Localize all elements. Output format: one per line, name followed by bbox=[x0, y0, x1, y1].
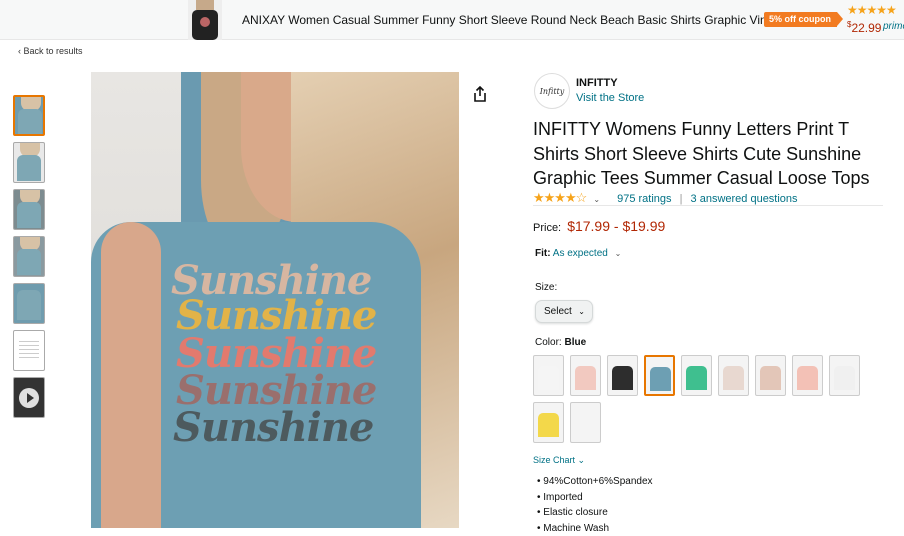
color-swatch[interactable] bbox=[533, 355, 564, 396]
banner-price: $22.99 bbox=[847, 20, 881, 35]
color-swatch[interactable] bbox=[570, 355, 601, 396]
fit-label: Fit: bbox=[535, 248, 551, 259]
rating-stars[interactable]: ★★★★☆ bbox=[533, 190, 586, 205]
price-row: Price: $17.99 - $19.99 bbox=[533, 218, 665, 234]
back-to-results-link[interactable]: ‹ Back to results bbox=[18, 46, 83, 56]
color-swatch[interactable] bbox=[718, 355, 749, 396]
size-dropdown[interactable]: Select ⌄ bbox=[535, 300, 593, 323]
ratings-count-link[interactable]: 975 ratings bbox=[617, 193, 671, 205]
list-item: Imported bbox=[537, 490, 653, 506]
store-logo[interactable]: Infitty bbox=[534, 73, 570, 109]
price-range: $17.99 - $19.99 bbox=[567, 218, 665, 234]
color-swatch[interactable] bbox=[829, 355, 860, 396]
size-chart-link[interactable]: Size Chart ⌄ bbox=[533, 455, 585, 466]
share-icon bbox=[473, 86, 487, 102]
thumbnail-list bbox=[13, 95, 45, 424]
color-label: Color: bbox=[535, 337, 562, 348]
fit-row: Fit: As expected ⌄ bbox=[535, 248, 635, 259]
thumbnail-5[interactable] bbox=[13, 283, 45, 324]
brand-name: INFITTY bbox=[576, 77, 618, 89]
visit-store-link[interactable]: Visit the Store bbox=[576, 92, 644, 104]
product-title: INFITTY Womens Funny Letters Print T Shi… bbox=[533, 117, 889, 191]
main-product-image[interactable]: Sunshine Sunshine Sunshine Sunshine Suns… bbox=[91, 72, 459, 528]
list-item: 94%Cotton+6%Spandex bbox=[537, 474, 653, 490]
thumbnail-size-chart[interactable] bbox=[13, 330, 45, 371]
chevron-down-icon[interactable]: ⌄ bbox=[593, 195, 600, 204]
coupon-badge: 5% off coupon bbox=[764, 12, 837, 27]
banner-rating-stars: ★★★★★ bbox=[847, 3, 896, 17]
size-label: Size: bbox=[535, 282, 557, 293]
rating-row: ★★★★☆ ⌄ 975 ratings | 3 answered questio… bbox=[533, 190, 798, 206]
fit-value-link[interactable]: As expected bbox=[553, 248, 608, 259]
price-label: Price: bbox=[533, 222, 561, 234]
share-button[interactable] bbox=[466, 80, 494, 108]
color-swatch[interactable] bbox=[644, 355, 675, 396]
banner-title[interactable]: ANIXAY Women Casual Summer Funny Short S… bbox=[242, 13, 800, 27]
selected-color: Blue bbox=[564, 337, 586, 348]
color-swatch[interactable] bbox=[570, 402, 601, 443]
play-icon bbox=[19, 388, 39, 408]
color-row: Color: Blue bbox=[535, 337, 586, 348]
thumbnail-2[interactable] bbox=[13, 142, 45, 183]
list-item: Machine Wash bbox=[537, 521, 653, 536]
thumbnail-4[interactable] bbox=[13, 236, 45, 277]
chevron-down-icon[interactable]: ⌄ bbox=[615, 249, 622, 258]
color-swatches bbox=[533, 355, 883, 449]
answered-questions-link[interactable]: 3 answered questions bbox=[691, 193, 798, 205]
chevron-down-icon: ⌄ bbox=[578, 455, 586, 465]
color-swatch[interactable] bbox=[755, 355, 786, 396]
sponsored-banner[interactable]: ANIXAY Women Casual Summer Funny Short S… bbox=[0, 0, 904, 40]
divider bbox=[533, 205, 883, 206]
color-swatch[interactable] bbox=[792, 355, 823, 396]
shirt-print-text: Sunshine bbox=[173, 404, 373, 451]
thumbnail-video[interactable] bbox=[13, 377, 45, 418]
divider: | bbox=[680, 193, 683, 205]
chevron-down-icon: ⌄ bbox=[578, 301, 585, 322]
banner-product-image[interactable] bbox=[188, 0, 222, 40]
thumbnail-1[interactable] bbox=[13, 95, 45, 136]
color-swatch[interactable] bbox=[607, 355, 638, 396]
thumbnail-3[interactable] bbox=[13, 189, 45, 230]
color-swatch[interactable] bbox=[681, 355, 712, 396]
prime-badge: prime bbox=[883, 21, 904, 32]
list-item: Elastic closure bbox=[537, 505, 653, 521]
feature-bullets: 94%Cotton+6%Spandex Imported Elastic clo… bbox=[537, 474, 653, 536]
color-swatch[interactable] bbox=[533, 402, 564, 443]
